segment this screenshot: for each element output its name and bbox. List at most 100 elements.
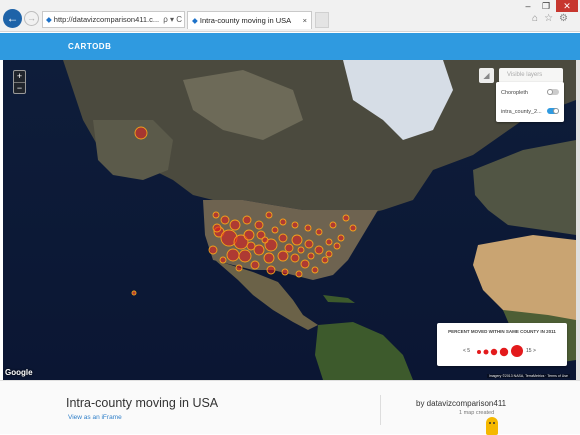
layer-row-intra-county[interactable]: intra_county_2... xyxy=(501,108,561,115)
map-bubble[interactable] xyxy=(271,226,279,234)
site-favicon-icon: ◆ xyxy=(46,15,52,24)
home-icon[interactable]: ⌂ xyxy=(532,13,544,24)
layer-toggle-intra-county[interactable] xyxy=(547,108,559,114)
map-bubble[interactable] xyxy=(261,236,269,244)
map-bubble[interactable] xyxy=(242,215,252,225)
gear-icon[interactable]: ⚙ xyxy=(559,13,574,24)
zoom-in-button[interactable]: + xyxy=(14,71,25,82)
legend-title: PERCENT MOVED WITHIN SAME COUNTY IN 2011 xyxy=(448,329,556,334)
scrollbar[interactable] xyxy=(576,60,580,380)
tab-title: Intra-county moving in USA xyxy=(199,16,292,25)
mascot-icon xyxy=(486,417,498,435)
map-bubble[interactable] xyxy=(131,290,137,296)
browser-chrome: ← → ◆ http://datavizcomparison411.c... ρ … xyxy=(0,0,580,32)
author-byline[interactable]: by datavizcomparison411 xyxy=(416,399,506,408)
legend-low-label: < 5 xyxy=(463,348,471,354)
minimize-button[interactable]: – xyxy=(520,0,536,12)
address-text: http://datavizcomparison411.c... xyxy=(53,15,160,24)
layers-panel: Choropleth intra_county_2... xyxy=(496,82,564,122)
map-bubble[interactable] xyxy=(219,256,227,264)
map-bubble[interactable] xyxy=(291,234,303,246)
layer-toggle-choropleth[interactable] xyxy=(547,89,559,95)
map-bubble[interactable] xyxy=(325,250,333,258)
map-bubble[interactable] xyxy=(307,252,315,260)
map-bubble[interactable] xyxy=(311,266,319,274)
map-bubble[interactable] xyxy=(304,224,312,232)
map-bubble[interactable] xyxy=(314,245,324,255)
tab-favicon-icon: ◆ xyxy=(192,16,198,25)
map-bubble[interactable] xyxy=(321,256,329,264)
map-bubble[interactable] xyxy=(291,221,299,229)
map-bubble[interactable] xyxy=(229,219,241,231)
map-bubble[interactable] xyxy=(212,211,220,219)
zoom-out-button[interactable]: − xyxy=(14,82,25,93)
forward-button[interactable]: → xyxy=(24,11,39,26)
map-bubble[interactable] xyxy=(304,239,314,249)
map-bubble[interactable] xyxy=(263,252,275,264)
back-arrow-icon: ← xyxy=(6,11,19,25)
map-bubble[interactable] xyxy=(281,268,289,276)
map-bubble[interactable] xyxy=(246,241,256,251)
map-bubble[interactable] xyxy=(266,265,276,275)
legend-bubble xyxy=(499,347,509,357)
map-bubble[interactable] xyxy=(297,246,305,254)
address-bar[interactable]: ◆ http://datavizcomparison411.c... ρ ▾ C xyxy=(42,11,185,28)
legend-bubble xyxy=(511,345,523,357)
cartodb-header: CARTODB xyxy=(0,33,580,60)
map-bubble[interactable] xyxy=(315,228,323,236)
map-bubble[interactable] xyxy=(134,126,148,140)
back-button[interactable]: ← xyxy=(3,9,22,28)
map-bubble[interactable] xyxy=(226,248,240,262)
layer-label: intra_county_2... xyxy=(501,109,542,115)
browser-toolbar-icons: ⌂☆⚙ xyxy=(532,13,574,24)
map-canvas[interactable]: + − ◢ Visible layers Choropleth intra_co… xyxy=(3,60,576,380)
tab-active[interactable]: ◆ Intra-county moving in USA × xyxy=(187,11,312,29)
map-bubble[interactable] xyxy=(253,244,265,256)
cartodb-logo[interactable]: CARTODB xyxy=(68,42,111,51)
star-icon[interactable]: ☆ xyxy=(544,13,559,24)
maps-created-count: 1 map created xyxy=(459,410,495,416)
map-bubble[interactable] xyxy=(342,214,350,222)
close-window-button[interactable]: ✕ xyxy=(556,0,578,12)
address-tools[interactable]: ρ ▾ C xyxy=(163,12,182,27)
map-bubble[interactable] xyxy=(349,224,357,232)
map-bubble[interactable] xyxy=(284,243,294,253)
share-button[interactable]: ◢ xyxy=(479,68,494,83)
map-bubble[interactable] xyxy=(295,270,303,278)
map-bubble[interactable] xyxy=(277,250,289,262)
legend-high-label: 15 > xyxy=(526,348,536,354)
new-tab-button[interactable] xyxy=(315,12,329,28)
map-bubble[interactable] xyxy=(254,220,264,230)
map-bubble[interactable] xyxy=(220,215,230,225)
map-bubble[interactable] xyxy=(278,233,288,243)
layer-label: Choropleth xyxy=(501,90,528,96)
map-bubble[interactable] xyxy=(238,249,252,263)
legend-bubble xyxy=(477,350,481,354)
map-bubble[interactable] xyxy=(250,260,260,270)
visible-layers-input[interactable]: Visible layers xyxy=(499,68,563,83)
legend-bubbles xyxy=(477,345,523,357)
share-icon: ◢ xyxy=(483,71,490,80)
map-attribution[interactable]: Imagery ©2013 NASA, TerraMetrics · Terms… xyxy=(486,374,570,378)
map-bubble[interactable] xyxy=(265,211,273,219)
map-bubble[interactable] xyxy=(300,259,310,269)
google-logo: Google xyxy=(5,368,33,377)
map-bubble[interactable] xyxy=(290,253,300,263)
map-bubble[interactable] xyxy=(212,223,222,233)
map-bubble[interactable] xyxy=(325,238,333,246)
view-iframe-link[interactable]: View as an iFrame xyxy=(68,414,122,421)
map-bubble[interactable] xyxy=(243,229,255,241)
map-bubble[interactable] xyxy=(208,245,218,255)
forward-arrow-icon: → xyxy=(27,13,36,23)
map-bubble[interactable] xyxy=(329,221,337,229)
map-footer: Intra-county moving in USA View as an iF… xyxy=(0,380,580,435)
map-bubble[interactable] xyxy=(337,234,345,242)
footer-divider xyxy=(380,395,381,425)
map-bubble[interactable] xyxy=(279,218,287,226)
legend-bubble xyxy=(490,348,498,356)
map-bubble[interactable] xyxy=(235,264,243,272)
map-bubble[interactable] xyxy=(333,242,341,250)
tab-close-icon[interactable]: × xyxy=(303,12,307,29)
restore-button[interactable]: ❐ xyxy=(538,0,554,12)
layer-row-choropleth[interactable]: Choropleth xyxy=(501,89,561,96)
